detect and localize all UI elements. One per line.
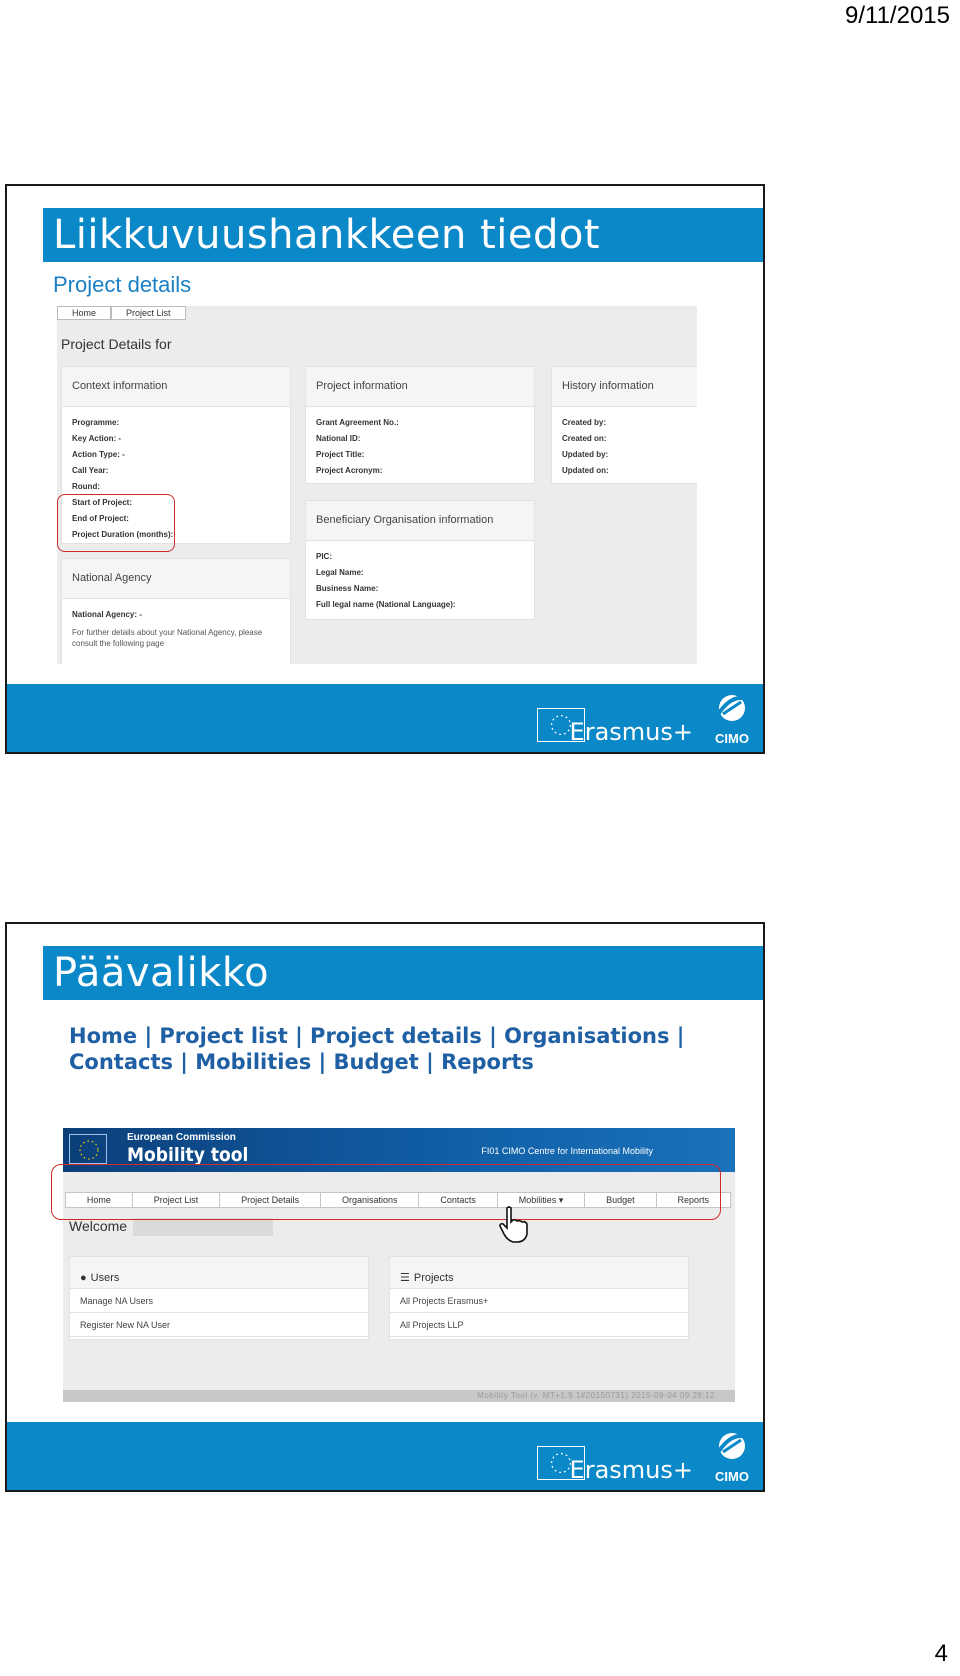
panel-title: Context information xyxy=(62,367,290,407)
link-manage-na-users[interactable]: Manage NA Users xyxy=(70,1289,368,1313)
panel-title: History information xyxy=(552,367,697,407)
page-number: 4 xyxy=(934,1640,948,1667)
national-agency-panel: National Agency National Agency: - For f… xyxy=(61,558,291,664)
field-label: Action Type: - xyxy=(72,450,125,459)
field-label: National ID: xyxy=(316,434,361,443)
field-label: Project Title: xyxy=(316,450,365,459)
cimo-logo-icon: CIMO xyxy=(709,690,755,746)
link-register-new-na-user[interactable]: Register New NA User xyxy=(70,1313,368,1337)
eu-flag-icon xyxy=(69,1134,107,1164)
field-label: Project Acronym: xyxy=(316,466,383,475)
tab-project-list[interactable]: Project List xyxy=(111,306,186,320)
history-panel: History information Created by: Created … xyxy=(551,366,697,484)
projects-panel: ☰ Projects All Projects Erasmus+ All Pro… xyxy=(389,1256,689,1340)
slide-title-bar: Päävalikko xyxy=(43,946,763,1000)
nav-highlight xyxy=(51,1164,721,1220)
erasmus-logo-text: Erasmus+ xyxy=(569,718,693,746)
user-icon: ● xyxy=(80,1271,87,1284)
page-date: 9/11/2015 xyxy=(845,2,950,29)
field-label: Created on: xyxy=(562,434,607,443)
welcome-label: Welcome xyxy=(69,1218,128,1234)
slide-project-details: Liikkuvuushankkeen tiedot Project detail… xyxy=(5,184,765,754)
organisation-label: FI01 CIMO Centre for International Mobil… xyxy=(481,1146,653,1156)
cimo-text: CIMO xyxy=(715,731,749,746)
panel-title: Beneficiary Organisation information xyxy=(306,501,534,541)
project-info-panel: Project information Grant Agreement No.:… xyxy=(305,366,535,484)
panel-title: Project information xyxy=(306,367,534,407)
app-title: Mobility tool xyxy=(127,1144,249,1166)
users-panel: ● Users Manage NA Users Register New NA … xyxy=(69,1256,369,1340)
slide-title: Liikkuvuushankkeen tiedot xyxy=(53,212,601,258)
app-status-bar: Mobility Tool (v. MT+1.9.1#20150731) 201… xyxy=(63,1390,735,1402)
slide-subtitle: Project details xyxy=(53,272,192,297)
panel-title: Users xyxy=(90,1271,120,1284)
dates-highlight xyxy=(57,494,175,552)
cimo-text: CIMO xyxy=(715,1469,749,1484)
slide-title: Päävalikko xyxy=(53,950,270,996)
field-label: Updated by: xyxy=(562,450,609,459)
slide-footer: Erasmus+ CIMO xyxy=(7,684,763,752)
agency-note: For further details about your National … xyxy=(72,628,263,648)
field-label: Round: xyxy=(72,482,100,491)
beneficiary-panel: Beneficiary Organisation information PIC… xyxy=(305,500,535,620)
hand-cursor-icon xyxy=(497,1204,533,1244)
field-label: Key Action: - xyxy=(72,434,122,443)
slide-main-menu: Päävalikko Home | Project list | Project… xyxy=(5,922,765,1492)
slide-footer: Erasmus+ CIMO xyxy=(7,1422,763,1490)
nav-tabs: Home Project List xyxy=(57,306,186,320)
field-label: Legal Name: xyxy=(316,568,364,577)
cimo-logo-icon: CIMO xyxy=(709,1428,755,1484)
panel-title: Projects xyxy=(413,1271,454,1284)
field-label: Updated on: xyxy=(562,466,609,475)
field-label: National Agency: - xyxy=(72,610,142,619)
tab-home[interactable]: Home xyxy=(57,306,112,320)
erasmus-logo-text: Erasmus+ xyxy=(569,1456,693,1484)
link-all-projects-erasmus[interactable]: All Projects Erasmus+ xyxy=(390,1289,688,1313)
field-label: Business Name: xyxy=(316,584,379,593)
field-label: Call Year: xyxy=(72,466,109,475)
ec-label: European Commission xyxy=(127,1132,236,1143)
panel-title: National Agency xyxy=(62,559,290,599)
field-label: Created by: xyxy=(562,418,607,427)
field-label: PIC: xyxy=(316,552,332,561)
link-all-projects-llp[interactable]: All Projects LLP xyxy=(390,1313,688,1337)
list-icon: ☰ xyxy=(400,1272,410,1284)
field-label: Grant Agreement No.: xyxy=(316,418,399,427)
field-label: Full legal name (National Language): xyxy=(316,600,456,609)
slide-title-bar: Liikkuvuushankkeen tiedot xyxy=(43,208,763,262)
project-details-screenshot: Home Project List Project Details for Co… xyxy=(57,306,697,664)
menu-description-line-2: Contacts | Mobilities | Budget | Reports xyxy=(69,1050,534,1074)
page-title: Project Details for xyxy=(61,336,172,352)
welcome-username-redacted xyxy=(133,1218,273,1236)
menu-description-line-1: Home | Project list | Project details | … xyxy=(69,1024,685,1048)
field-label: Programme: xyxy=(72,418,120,427)
